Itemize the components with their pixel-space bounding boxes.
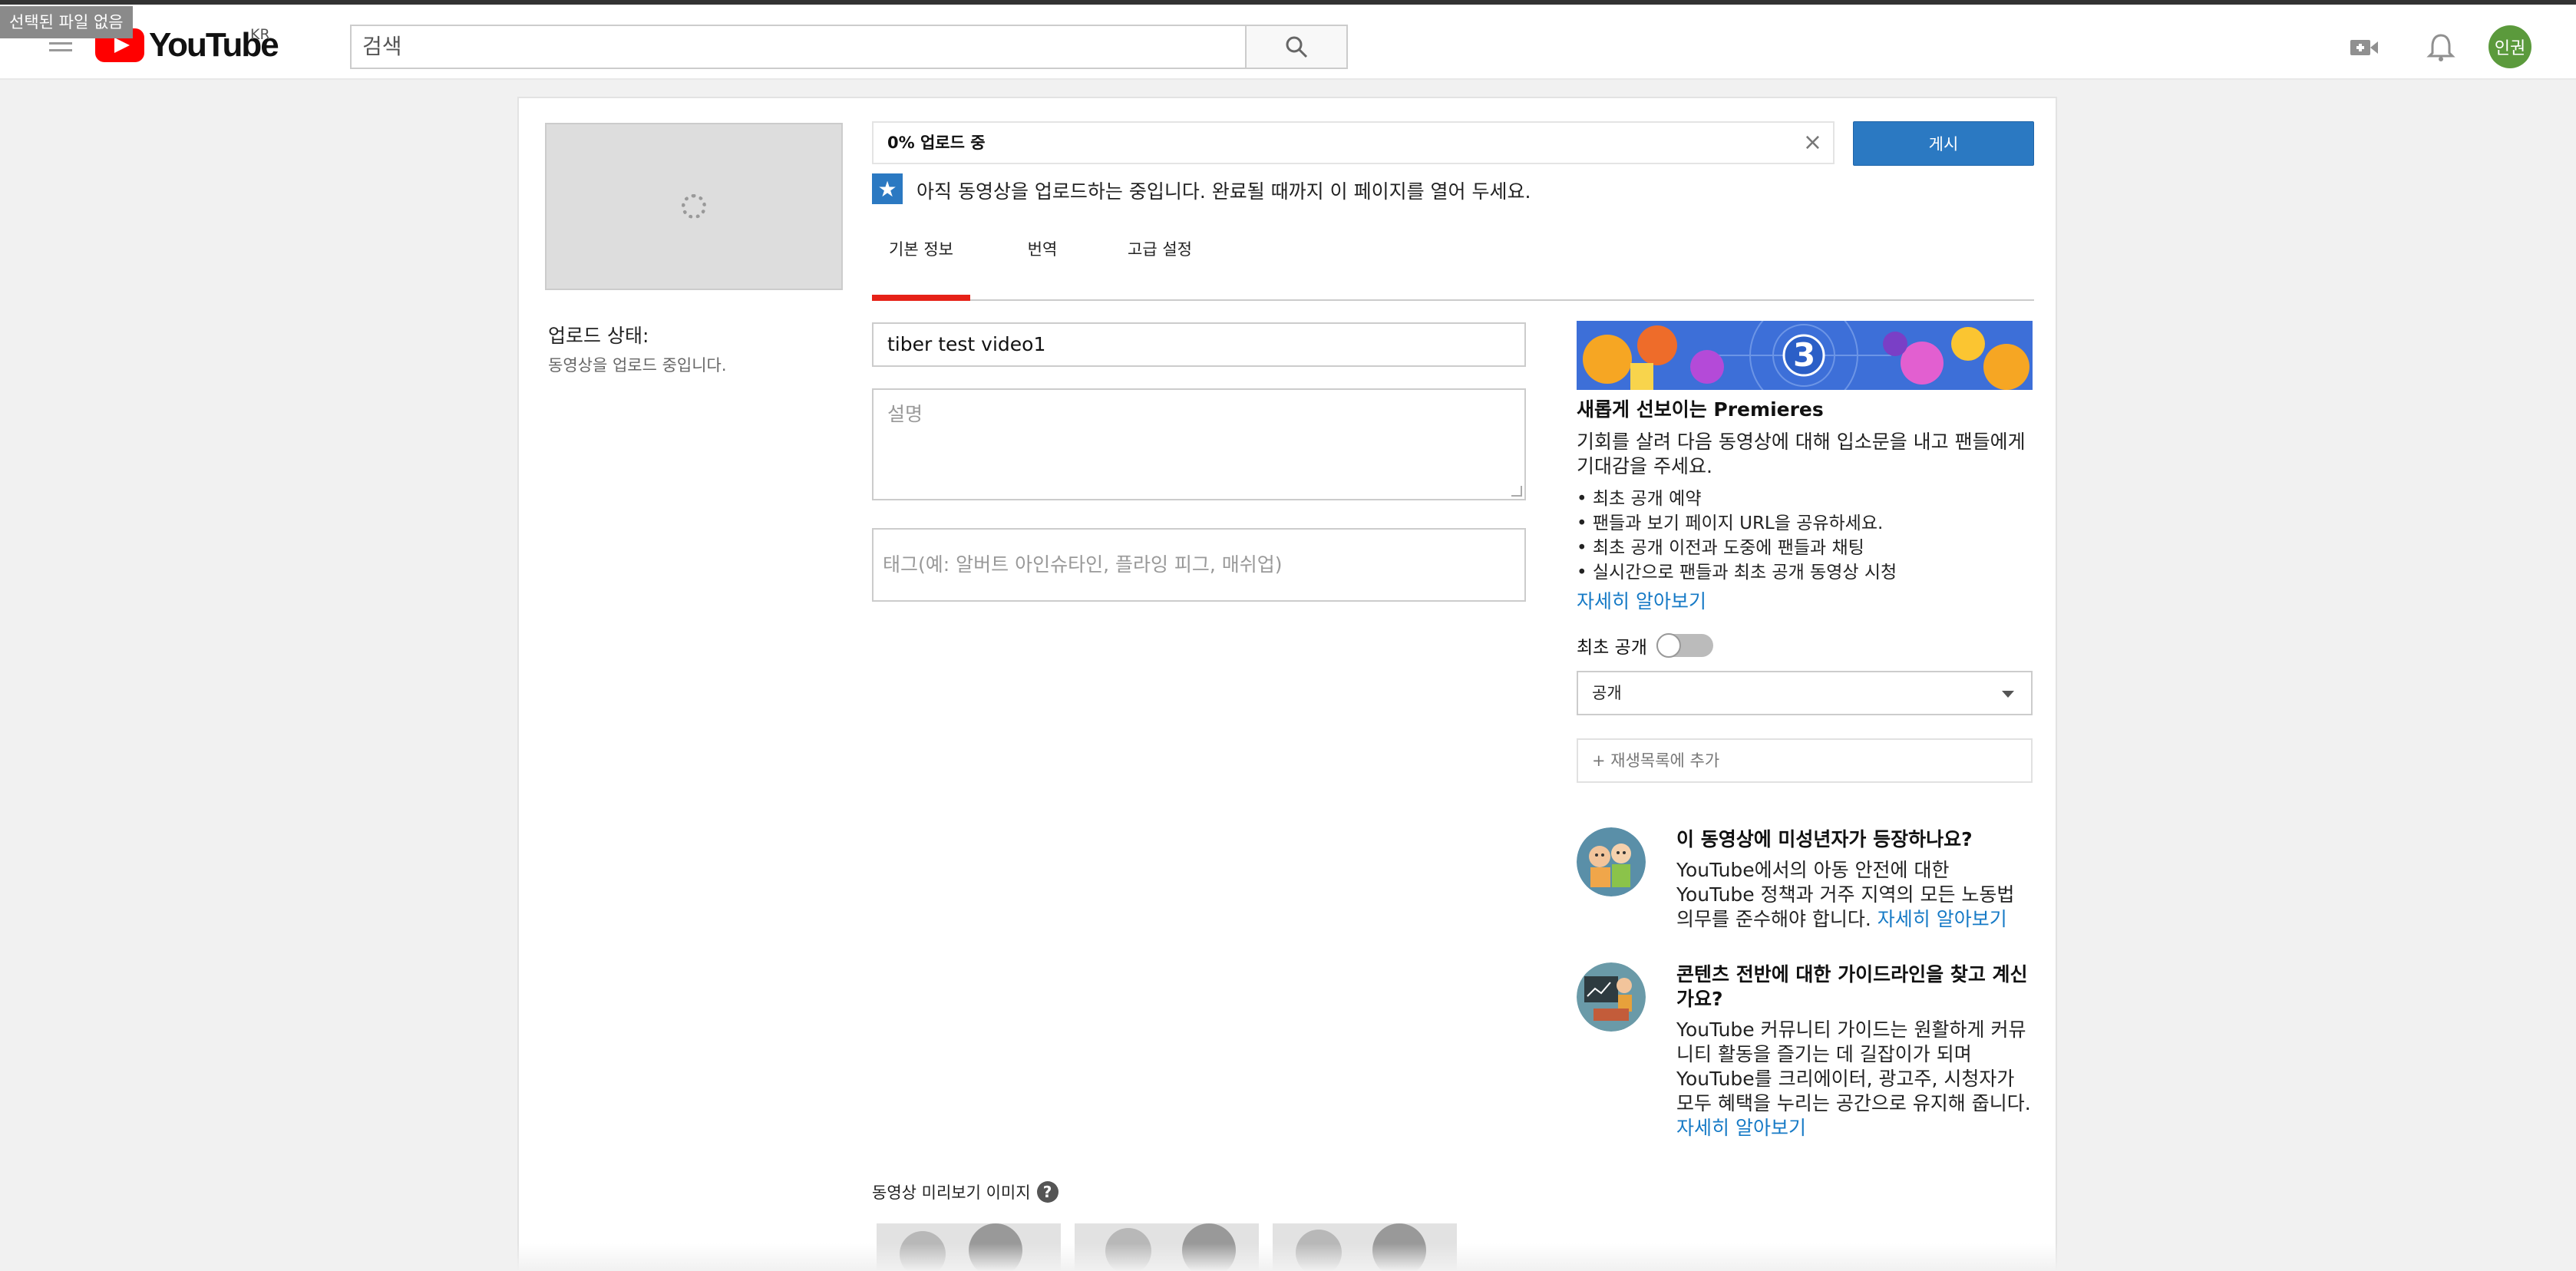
minors-body: YouTube에서의 아동 안전에 대한 YouTube 정책과 거주 지역의 …	[1676, 858, 2033, 932]
guidelines-body-text: YouTube 커뮤니티 가이드는 원활하게 커뮤니티 활동을 즐기는 데 길잡…	[1676, 1018, 2031, 1114]
upload-progress-text: 0% 업로드 중	[887, 134, 986, 152]
premieres-heading: 새롭게 선보이는 Premieres	[1577, 398, 1824, 421]
premiere-toggle-row: 최초 공개	[1577, 632, 2033, 659]
premiere-toggle-label: 최초 공개	[1577, 638, 1647, 658]
cancel-upload-close-icon[interactable]: ×	[1803, 123, 1822, 163]
loading-spinner-icon	[682, 194, 706, 219]
banner-number: 3	[1793, 336, 1816, 374]
minors-learn-more-link[interactable]: 자세히 알아보기	[1878, 908, 2007, 930]
description-textarea[interactable]: 설명	[872, 388, 1526, 500]
children-illustration-icon	[1577, 827, 1646, 896]
search-input[interactable]: 검색	[350, 25, 1247, 69]
search-icon	[1286, 36, 1308, 58]
privacy-select[interactable]: 공개	[1577, 671, 2033, 715]
avatar[interactable]: 인권	[2488, 25, 2531, 68]
thumbnail-label: 동영상 미리보기 이미지	[872, 1184, 1031, 1202]
thumbnail-section: 동영상 미리보기 이미지 ?	[872, 1180, 1058, 1203]
list-item: 실시간으로 팬들과 최초 공개 동영상 시청	[1577, 560, 2033, 585]
side-panel: 3 새롭게 선보이는 Premieres 기회를 살려 다음 동영상에 대해 입…	[1577, 321, 2033, 1141]
star-icon: ★	[872, 173, 903, 204]
list-item: 최초 공개 예약	[1577, 487, 2033, 511]
list-item: 최초 공개 이전과 도중에 팬들과 채팅	[1577, 536, 2033, 560]
guidelines-body: YouTube 커뮤니티 가이드는 원활하게 커뮤니티 활동을 즐기는 데 길잡…	[1676, 1018, 2033, 1141]
guidelines-info-block: 콘텐츠 전반에 대한 가이드라인을 찾고 계신가요? YouTube 커뮤니티 …	[1577, 962, 2033, 1141]
search-button[interactable]	[1245, 25, 1348, 69]
tab-translation[interactable]: 번역	[1010, 221, 1075, 301]
premieres-banner: 3	[1577, 321, 2033, 390]
file-input-tooltip: 선택된 파일 없음	[0, 6, 133, 38]
tags-input[interactable]: 태그(예: 알버트 아인슈타인, 플라잉 피그, 매쉬업)	[872, 528, 1526, 602]
premieres-learn-more-link[interactable]: 자세히 알아보기	[1577, 589, 2033, 614]
guidelines-learn-more-link[interactable]: 자세히 알아보기	[1676, 1117, 1806, 1139]
guidelines-heading: 콘텐츠 전반에 대한 가이드라인을 찾고 계신가요?	[1676, 963, 2028, 1010]
upload-status-text: 동영상을 업로드 중입니다.	[548, 356, 727, 375]
description-placeholder: 설명	[887, 403, 923, 425]
tab-basic-info[interactable]: 기본 정보	[872, 221, 970, 301]
video-camera-icon[interactable]	[2349, 32, 2379, 63]
video-thumbnail-preview	[545, 123, 843, 290]
toggle-knob	[1656, 633, 1681, 658]
upload-status-title: 업로드 상태:	[548, 325, 649, 347]
logo-country-code: KR	[250, 26, 270, 43]
masthead: YouTube KR 검색 인권	[0, 5, 2576, 80]
minors-info-block: 이 동영상에 미성년자가 등장하나요? YouTube에서의 아동 안전에 대한…	[1577, 827, 2033, 932]
premieres-feature-list: 최초 공개 예약 팬들과 보기 페이지 URL을 공유하세요. 최초 공개 이전…	[1577, 487, 2033, 585]
bottom-fade	[0, 1243, 2576, 1271]
upload-progress-bar: 0% 업로드 중 ×	[872, 121, 1835, 164]
resize-handle-icon[interactable]	[1511, 486, 1522, 497]
tab-advanced-settings[interactable]: 고급 설정	[1110, 221, 1210, 301]
help-icon[interactable]: ?	[1036, 1181, 1058, 1203]
minors-heading: 이 동영상에 미성년자가 등장하나요?	[1676, 828, 1973, 850]
presentation-illustration-icon	[1577, 962, 1646, 1032]
bell-icon[interactable]	[2426, 32, 2456, 63]
upload-notice: 아직 동영상을 업로드하는 중입니다. 완료될 때까지 이 페이지를 열어 두세…	[916, 180, 1531, 203]
premieres-intro: 기회를 살려 다음 동영상에 대해 입소문을 내고 팬들에게 기대감을 주세요.	[1577, 431, 2026, 477]
list-item: 팬들과 보기 페이지 URL을 공유하세요.	[1577, 511, 2033, 536]
add-to-playlist-button[interactable]: + 재생목록에 추가	[1577, 738, 2033, 783]
publish-button[interactable]: 게시	[1853, 121, 2034, 166]
upload-card: 업로드 상태: 동영상을 업로드 중입니다. 0% 업로드 중 × 게시 ★ 아…	[517, 97, 2057, 1271]
title-input[interactable]: tiber test video1	[872, 322, 1526, 367]
premiere-toggle[interactable]	[1656, 633, 1713, 658]
tab-bar: 기본 정보 번역 고급 설정	[872, 221, 2034, 301]
